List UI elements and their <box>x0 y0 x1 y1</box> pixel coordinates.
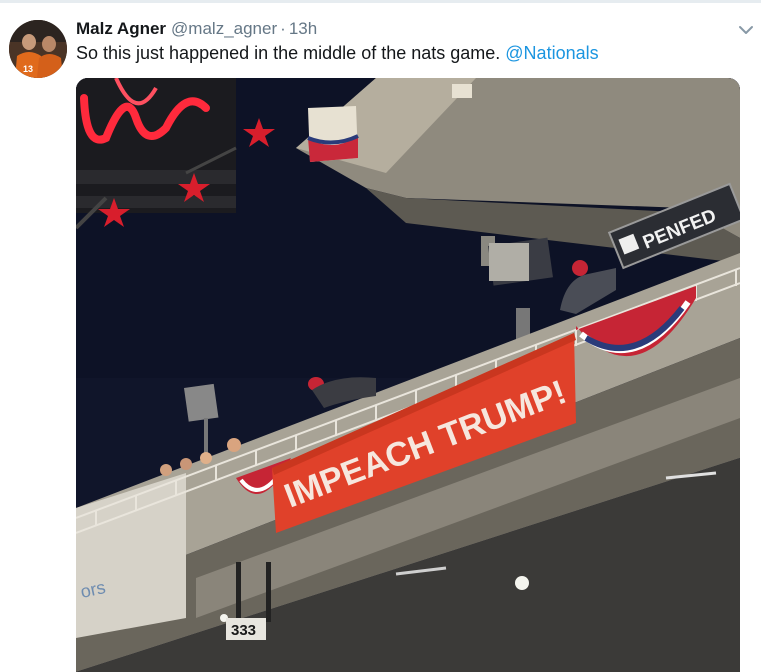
timestamp[interactable]: 13h <box>289 19 317 39</box>
tweet-media-photo[interactable]: PENFED ors IMPEACH TRUMP! 333 <box>76 78 740 672</box>
tweet-text: So this just happened in the middle of t… <box>76 43 599 64</box>
section-number: 333 <box>231 622 256 639</box>
display-name[interactable]: Malz Agner <box>76 19 166 39</box>
user-handle[interactable]: @malz_agner <box>171 19 277 39</box>
tweet[interactable]: 13 Malz Agner @malz_agner · 13h So this … <box>0 3 761 672</box>
tweet-body: So this just happened in the middle of t… <box>76 43 506 63</box>
tweet-header: Malz Agner @malz_agner · 13h <box>76 19 317 41</box>
separator: · <box>280 19 286 38</box>
chevron-down-icon[interactable] <box>735 21 757 39</box>
mention-link[interactable]: @Nationals <box>505 43 598 63</box>
neon-sign <box>76 78 237 230</box>
avatar[interactable]: 13 <box>9 20 67 78</box>
svg-text:13: 13 <box>23 64 33 74</box>
